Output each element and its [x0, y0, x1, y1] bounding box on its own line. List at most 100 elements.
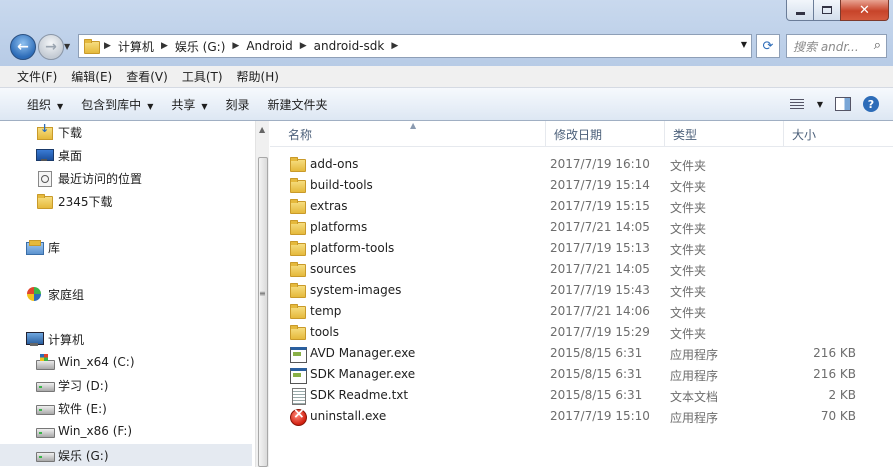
file-row[interactable]: system-images 2017/7/19 15:43 文件夹	[280, 280, 880, 301]
file-row[interactable]: build-tools 2017/7/19 15:14 文件夹	[280, 175, 880, 196]
file-date: 2015/8/15 6:31	[550, 388, 643, 402]
recent-places-icon	[36, 170, 54, 187]
include-library-label: 包含到库中	[81, 97, 142, 112]
menu-edit[interactable]: 编辑(E)	[64, 68, 119, 85]
column-header-type[interactable]: 类型	[665, 121, 784, 147]
file-type: 文件夹	[670, 327, 707, 341]
breadcrumb-separator-icon[interactable]: ▶	[101, 41, 114, 51]
address-bar[interactable]: ▶ 计算机 ▶ 娱乐 (G:) ▶ Android ▶ android-sdk …	[78, 34, 752, 58]
file-row[interactable]: platforms 2017/7/21 14:05 文件夹	[280, 217, 880, 238]
file-row[interactable]: uninstall.exe 2017/7/19 15:10 应用程序 70 KB	[280, 406, 880, 427]
nav-item-drive-d[interactable]: 学习 (D:)	[36, 374, 108, 396]
exe-icon	[289, 345, 307, 363]
nav-item-downloads[interactable]: 下载	[36, 121, 82, 143]
file-type: 应用程序	[670, 348, 719, 362]
breadcrumb-android[interactable]: Android	[242, 39, 296, 53]
breadcrumb-separator-icon[interactable]: ▶	[297, 41, 310, 51]
file-type: 文件夹	[670, 285, 707, 299]
maximize-icon	[822, 6, 832, 14]
close-icon: ✕	[859, 2, 870, 18]
nav-item-homegroup[interactable]: 家庭组	[26, 283, 84, 305]
file-type: 文件夹	[670, 264, 707, 278]
recent-pages-dropdown-icon[interactable]: ▼	[64, 42, 70, 51]
change-view-icon[interactable]	[789, 97, 805, 111]
nav-item-libraries[interactable]: 库	[26, 236, 60, 258]
nav-item-drive-f[interactable]: Win_x86 (F:)	[36, 420, 132, 442]
file-row[interactable]: SDK Manager.exe 2015/8/15 6:31 应用程序 216 KB	[280, 364, 880, 385]
help-icon[interactable]: ?	[863, 96, 879, 112]
file-row[interactable]: AVD Manager.exe 2015/8/15 6:31 应用程序 216 KB	[280, 343, 880, 364]
navigation-scrollbar[interactable]: ▲ ≡	[255, 121, 269, 467]
menu-tools[interactable]: 工具(T)	[175, 68, 230, 85]
back-button[interactable]: ←	[10, 34, 36, 60]
file-row[interactable]: add-ons 2017/7/19 16:10 文件夹	[280, 154, 880, 175]
forward-button[interactable]: →	[38, 34, 64, 60]
file-date: 2017/7/21 14:05	[550, 220, 650, 234]
address-history-dropdown-icon[interactable]: ▼	[741, 40, 747, 49]
file-size: 2 KB	[828, 388, 856, 402]
menu-bar: 文件(F) 编辑(E) 查看(V) 工具(T) 帮助(H)	[0, 66, 893, 88]
view-dropdown-icon[interactable]: ▼	[817, 100, 823, 109]
minimize-button[interactable]	[786, 0, 814, 21]
scrollbar-thumb[interactable]	[258, 157, 268, 467]
file-row[interactable]: platform-tools 2017/7/19 15:13 文件夹	[280, 238, 880, 259]
nav-item-2345-downloads[interactable]: 2345下载	[36, 190, 113, 212]
nav-item-desktop[interactable]: 桌面	[36, 144, 82, 166]
column-header-date[interactable]: 修改日期	[546, 121, 665, 147]
scroll-up-icon[interactable]: ▲	[259, 125, 265, 134]
nav-item-label: Win_x64 (C:)	[58, 355, 135, 369]
nav-item-recent-places[interactable]: 最近访问的位置	[36, 167, 142, 189]
file-date: 2017/7/21 14:06	[550, 304, 650, 318]
preview-pane-icon[interactable]	[835, 97, 851, 111]
folder-icon	[289, 324, 307, 340]
nav-item-label: 娱乐 (G:)	[58, 448, 109, 463]
file-name: system-images	[310, 283, 402, 297]
breadcrumb-separator-icon[interactable]: ▶	[229, 41, 242, 51]
column-header-size[interactable]: 大小	[784, 121, 872, 147]
refresh-button[interactable]: ⟳	[756, 34, 780, 58]
burn-button[interactable]: 刻录	[217, 96, 259, 113]
file-row[interactable]: sources 2017/7/21 14:05 文件夹	[280, 259, 880, 280]
share-button[interactable]: 共享 ▼	[162, 96, 216, 113]
navigation-pane: 下载 桌面 最近访问的位置 2345下载 库 家庭组 计算机 Win_x64 (…	[0, 121, 255, 467]
file-name: sources	[310, 262, 357, 276]
menu-help[interactable]: 帮助(H)	[230, 68, 286, 85]
nav-item-drive-c[interactable]: Win_x64 (C:)	[36, 351, 135, 373]
folder-icon	[289, 156, 307, 172]
file-row[interactable]: tools 2017/7/19 15:29 文件夹	[280, 322, 880, 343]
file-size: 216 KB	[813, 367, 856, 381]
breadcrumb-computer[interactable]: 计算机	[114, 38, 158, 55]
file-name: uninstall.exe	[310, 409, 387, 423]
breadcrumb-drive-g[interactable]: 娱乐 (G:)	[171, 38, 230, 55]
file-row[interactable]: temp 2017/7/21 14:06 文件夹	[280, 301, 880, 322]
arrow-right-icon: →	[45, 39, 57, 55]
menu-file[interactable]: 文件(F)	[10, 68, 64, 85]
close-button[interactable]: ✕	[840, 0, 889, 21]
nav-item-drive-e[interactable]: 软件 (E:)	[36, 397, 107, 419]
file-date: 2017/7/19 15:14	[550, 178, 650, 192]
exe-icon	[289, 366, 307, 384]
file-row[interactable]: SDK Readme.txt 2015/8/15 6:31 文本文档 2 KB	[280, 385, 880, 406]
file-type: 应用程序	[670, 369, 719, 383]
library-icon	[26, 239, 44, 255]
breadcrumb-separator-icon[interactable]: ▶	[388, 41, 401, 51]
breadcrumb-android-sdk[interactable]: android-sdk	[310, 39, 389, 53]
include-in-library-button[interactable]: 包含到库中 ▼	[72, 96, 162, 113]
file-name: temp	[310, 304, 342, 318]
breadcrumb-separator-icon[interactable]: ▶	[158, 41, 171, 51]
file-date: 2017/7/19 15:29	[550, 325, 650, 339]
file-date: 2017/7/19 15:13	[550, 241, 650, 255]
new-folder-button[interactable]: 新建文件夹	[259, 96, 337, 113]
file-row[interactable]: extras 2017/7/19 15:15 文件夹	[280, 196, 880, 217]
nav-item-label: 最近访问的位置	[58, 171, 143, 186]
search-input[interactable]: 搜索 andr... ⌕	[786, 34, 887, 58]
nav-item-computer[interactable]: 计算机	[26, 328, 84, 350]
menu-view[interactable]: 查看(V)	[119, 68, 175, 85]
organize-button[interactable]: 组织 ▼	[18, 96, 72, 113]
computer-icon	[26, 331, 44, 347]
nav-item-drive-g[interactable]: 娱乐 (G:)	[0, 444, 252, 466]
column-header-name[interactable]: 名称	[280, 121, 546, 147]
drive-icon	[36, 400, 55, 416]
folder-icon	[83, 38, 101, 54]
maximize-button[interactable]	[813, 0, 841, 21]
